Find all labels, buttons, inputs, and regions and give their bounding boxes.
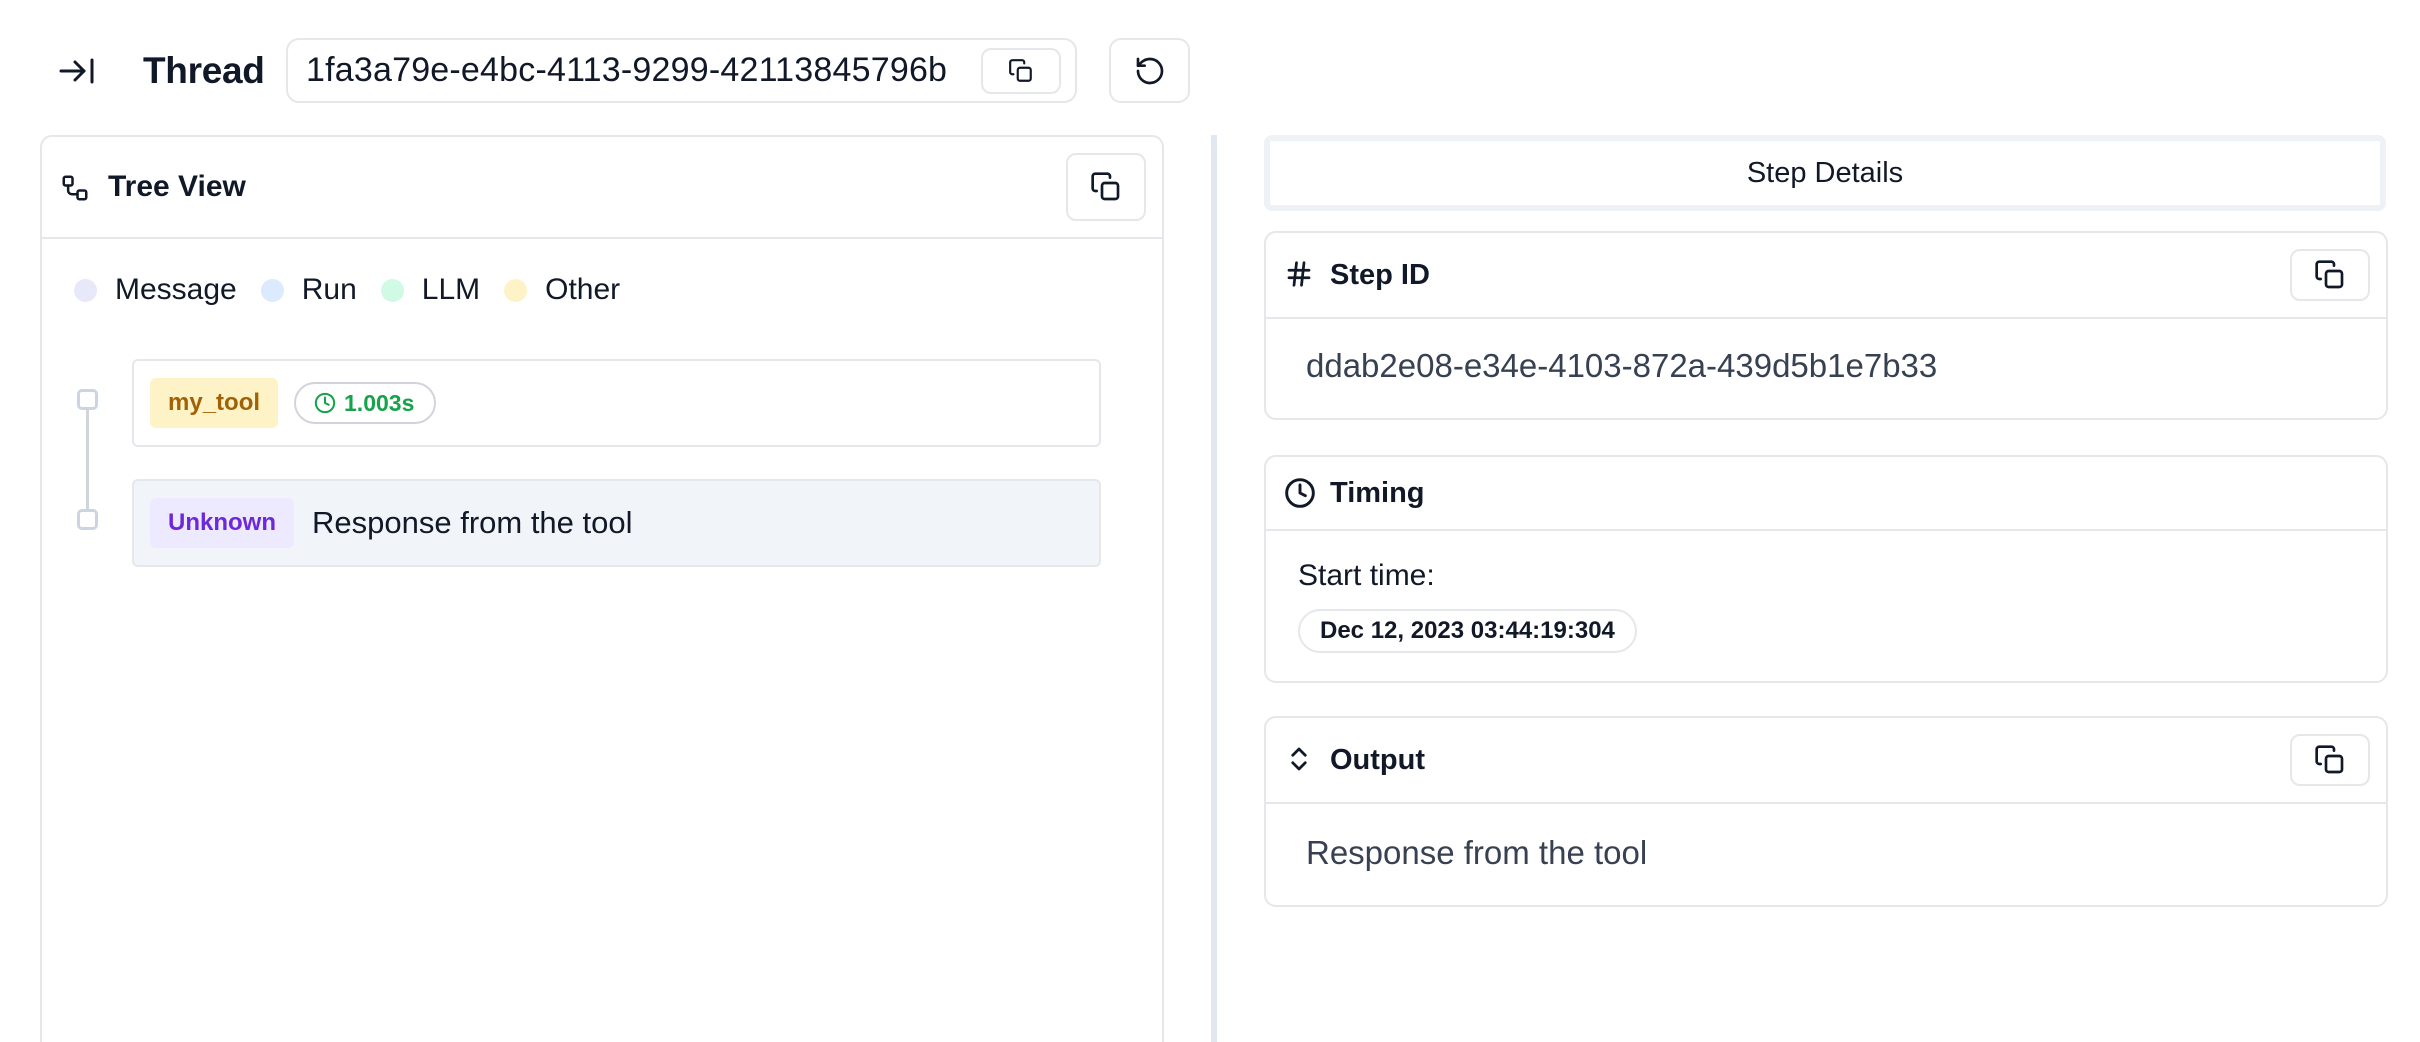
duration-value: 1.003s [344, 389, 415, 416]
timing-header: Timing [1266, 457, 2386, 531]
clock-icon [314, 392, 336, 414]
legend-dot-message [74, 278, 97, 302]
legend-label: Message [115, 273, 237, 306]
step-id-card: Step ID ddab2e08-e34e-4103-872a-439d5b1e… [1264, 231, 2388, 420]
legend-item-other: Other [504, 273, 620, 307]
page-title: Thread [143, 50, 265, 91]
tree-legend: Message Run LLM Other [74, 273, 644, 307]
legend-dot-other [504, 278, 528, 302]
rotate-ccw-icon [1136, 57, 1163, 84]
tree-connector-line [86, 397, 89, 517]
hash-icon [1287, 261, 1311, 287]
arrow-right-to-line-icon [59, 58, 94, 84]
legend-label: Other [545, 273, 621, 306]
clock-icon [1285, 478, 1315, 508]
tree-step-row-selected[interactable]: Unknown Response from the tool [132, 479, 1101, 567]
output-card: Output Response from the tool [1264, 716, 2388, 907]
copy-icon [1009, 58, 1032, 82]
timing-title: Timing [1330, 477, 1425, 509]
tree-view-header: Tree View [42, 137, 1162, 239]
step-id-header: Step ID [1266, 233, 2386, 319]
legend-item-llm: LLM [380, 273, 481, 307]
duration-badge: 1.003s [294, 382, 437, 424]
step-id-title: Step ID [1330, 259, 1430, 291]
step-tag-unknown: Unknown [150, 498, 294, 548]
workflow-icon [62, 175, 88, 201]
tree-step-row[interactable]: my_tool 1.003s [132, 359, 1101, 447]
copy-tree-button[interactable] [1066, 153, 1146, 221]
legend-dot-llm [380, 278, 404, 302]
output-value: Response from the tool [1306, 834, 1648, 871]
thread-id-value: 1fa3a79e-e4bc-4113-9299-42113845796b [306, 51, 948, 89]
legend-item-run: Run [260, 273, 357, 307]
copy-thread-id-button[interactable] [981, 47, 1061, 94]
start-time-value: Dec 12, 2023 03:44:19:304 [1298, 609, 1637, 653]
copy-icon [2315, 260, 2344, 289]
collapse-sidebar-button[interactable] [50, 46, 104, 96]
tab-step-details[interactable]: Step Details [1264, 135, 2386, 211]
step-tag-tool: my_tool [150, 378, 279, 428]
copy-icon [1091, 172, 1120, 201]
refresh-button[interactable] [1109, 38, 1190, 103]
tree-node-marker [77, 509, 98, 530]
step-id-value: ddab2e08-e34e-4103-872a-439d5b1e7b33 [1306, 347, 1938, 384]
output-header: Output [1266, 718, 2386, 804]
tree-view-title: Tree View [108, 170, 246, 203]
copy-output-button[interactable] [2290, 734, 2370, 786]
thread-id-field: 1fa3a79e-e4bc-4113-9299-42113845796b [286, 38, 1077, 103]
timing-card: Timing Start time: Dec 12, 2023 03:44:19… [1264, 455, 2388, 683]
legend-item-message: Message [74, 273, 237, 307]
start-time-label: Start time: [1298, 559, 1435, 592]
panel-resize-handle[interactable] [1211, 135, 1217, 1042]
copy-step-id-button[interactable] [2290, 249, 2370, 301]
step-text: Response from the tool [312, 505, 633, 540]
tree-node-marker [77, 389, 98, 410]
legend-dot-run [260, 278, 284, 302]
output-title: Output [1330, 744, 1426, 776]
tree-view-panel: Tree View Message Run LLM Other my_tool … [40, 135, 1164, 1042]
legend-label: LLM [421, 273, 481, 306]
legend-label: Run [301, 273, 357, 306]
copy-icon [2315, 745, 2344, 774]
chevrons-up-down-icon[interactable] [1284, 744, 1314, 774]
